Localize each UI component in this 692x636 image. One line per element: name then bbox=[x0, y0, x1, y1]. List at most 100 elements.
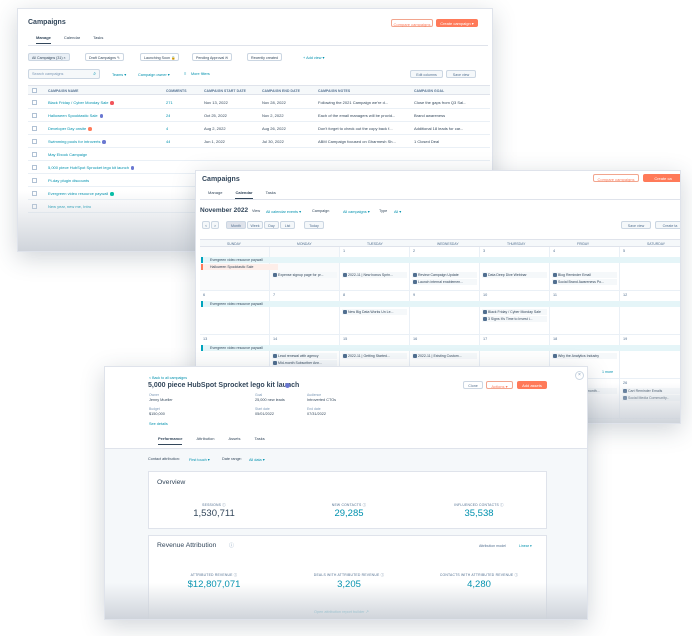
teams-filter[interactable]: Teams ▾ bbox=[112, 72, 126, 77]
row-checkbox[interactable] bbox=[32, 164, 37, 170]
add-view-button[interactable]: + Add view ▾ bbox=[303, 55, 324, 60]
table-row[interactable]: May Ebook Campaign bbox=[28, 148, 490, 161]
calendar-event[interactable]: Lead renewal with agency bbox=[272, 353, 337, 359]
campaign-select[interactable]: All campaigns ▾ bbox=[343, 209, 370, 214]
table-row[interactable]: Halloween Spooktastic Sale 24 Oct 25, 2022… bbox=[28, 109, 490, 122]
comments-count[interactable]: 4 bbox=[166, 126, 168, 131]
day-cell[interactable] bbox=[620, 335, 680, 379]
select-all-checkbox[interactable] bbox=[32, 88, 37, 93]
calendar-event[interactable]: Social Brand Awareness Po... bbox=[552, 279, 617, 285]
col-notes[interactable]: CAMPAIGN NOTES bbox=[318, 89, 350, 93]
view-pending-approval[interactable]: Pending Approval ✉ bbox=[192, 53, 233, 61]
mode-day[interactable]: Day bbox=[264, 221, 279, 229]
table-row[interactable]: Swimming pools for introverts 44 Jun 1, 20… bbox=[28, 135, 490, 148]
row-checkbox[interactable] bbox=[32, 112, 37, 118]
contact-attribution-select[interactable]: First touch ▾ bbox=[189, 457, 210, 462]
edit-columns-button[interactable]: Edit columns bbox=[410, 70, 443, 78]
day-cell[interactable] bbox=[410, 291, 480, 335]
day-cell[interactable] bbox=[620, 247, 680, 291]
compare-campaigns-button[interactable]: Compare campaigns bbox=[391, 19, 433, 27]
day-cell[interactable] bbox=[270, 247, 340, 291]
day-cell[interactable] bbox=[620, 291, 680, 335]
search-input[interactable]: Search campaigns ⌕ bbox=[28, 69, 100, 79]
influenced-contacts-value[interactable]: 35,538 bbox=[419, 508, 539, 519]
prev-month-button[interactable]: < bbox=[202, 221, 210, 229]
campaign-name-link[interactable]: Developer Day onsite bbox=[48, 126, 92, 131]
campaign-name-link[interactable]: Black Friday / Cyber Monday Sale bbox=[48, 100, 114, 105]
view-select[interactable]: All calendar events ▾ bbox=[266, 209, 301, 214]
calendar-event[interactable]: 2022-11 | Existing Custom... bbox=[412, 353, 477, 359]
cal-tab-manage[interactable]: Manage bbox=[208, 190, 222, 199]
view-launching-soon[interactable]: Launching Soon 🔒 bbox=[140, 53, 180, 61]
calendar-event[interactable]: Launch internal enablemen... bbox=[412, 279, 477, 285]
col-start-date[interactable]: CAMPAIGN START DATE bbox=[204, 89, 246, 93]
row-checkbox[interactable] bbox=[32, 99, 37, 105]
campaign-name-link[interactable]: 5,000 piece HubSpot Sprocket lego kit la… bbox=[48, 165, 135, 170]
col-comments[interactable]: COMMENTS bbox=[166, 89, 187, 93]
create-campaign-button[interactable]: Create campaign ▾ bbox=[436, 19, 478, 27]
new-contacts-value[interactable]: 29,285 bbox=[289, 508, 409, 519]
row-checkbox[interactable] bbox=[32, 125, 37, 131]
col-end-date[interactable]: CAMPAIGN END DATE bbox=[262, 89, 300, 93]
calendar-event[interactable]: Data Deep Dive Webinar bbox=[482, 272, 547, 278]
more-filters-button[interactable]: More filters bbox=[191, 72, 210, 76]
calendar-compare-button[interactable]: Compare campaigns bbox=[593, 174, 639, 182]
close-icon[interactable]: × bbox=[575, 371, 584, 380]
cal-save-view-button[interactable]: Save view bbox=[621, 221, 651, 229]
row-checkbox[interactable] bbox=[32, 151, 37, 157]
day-cell[interactable] bbox=[340, 247, 410, 291]
view-recently-created[interactable]: Recently created bbox=[247, 53, 282, 61]
attribution-model-select[interactable]: Linear ▾ bbox=[519, 544, 532, 548]
calendar-event[interactable]: 3 Signs It's Time to Invest i... bbox=[482, 316, 547, 322]
campaign-name-link[interactable]: Halloween Spooktastic Sale bbox=[48, 113, 104, 118]
back-link[interactable]: < Back to all campaigns bbox=[149, 376, 187, 380]
table-row[interactable]: Black Friday / Cyber Monday Sale 271 Nov 1… bbox=[28, 96, 490, 109]
calendar-create-button[interactable]: Create ca bbox=[643, 174, 680, 182]
calendar-event[interactable]: Review Campaign Update bbox=[412, 272, 477, 278]
add-assets-button[interactable]: Add assets bbox=[517, 381, 547, 389]
campaign-band[interactable]: Halloween Spooktastic Sale bbox=[201, 264, 278, 270]
calendar-event[interactable]: 2022-11 | Getting Started... bbox=[342, 353, 407, 359]
owner-filter[interactable]: Campaign owner ▾ bbox=[138, 72, 170, 77]
row-checkbox[interactable] bbox=[32, 177, 37, 183]
campaign-band[interactable]: Evergreen video resource paywall bbox=[201, 345, 680, 351]
calendar-event[interactable]: Expense signup page for pr... bbox=[272, 272, 337, 278]
clone-button[interactable]: Clone bbox=[463, 381, 483, 389]
next-month-button[interactable]: > bbox=[211, 221, 219, 229]
day-cell[interactable] bbox=[200, 291, 270, 335]
campaign-name-link[interactable]: Pi-day plugin discounts bbox=[48, 178, 89, 183]
more-events-link[interactable]: 1 more bbox=[602, 370, 613, 374]
actions-button[interactable]: Actions ▾ bbox=[486, 381, 513, 389]
campaign-name-link[interactable]: May Ebook Campaign bbox=[48, 152, 87, 157]
day-cell[interactable] bbox=[480, 247, 550, 291]
calendar-event[interactable]: Blog Reminder Email bbox=[552, 272, 617, 278]
tab-assets[interactable]: Assets bbox=[228, 436, 240, 445]
mode-week[interactable]: Week bbox=[247, 221, 263, 229]
cal-tab-calendar[interactable]: Calendar bbox=[235, 190, 253, 199]
tab-manage[interactable]: Manage bbox=[36, 35, 51, 44]
type-select[interactable]: All ▾ bbox=[394, 209, 401, 214]
col-goal[interactable]: CAMPAIGN GOAL bbox=[414, 89, 444, 93]
day-cell[interactable] bbox=[550, 291, 620, 335]
tab-attribution[interactable]: Attribution bbox=[196, 436, 214, 445]
mode-month[interactable]: Month bbox=[226, 221, 246, 229]
comments-count[interactable]: 271 bbox=[166, 100, 173, 105]
campaign-name-link[interactable]: Swimming pools for introverts bbox=[48, 139, 106, 144]
see-details-link[interactable]: See details bbox=[149, 422, 168, 426]
day-cell[interactable] bbox=[270, 291, 340, 335]
calendar-event[interactable]: New Big Data Works Un Le... bbox=[342, 309, 407, 315]
calendar-event[interactable]: Why the Analytics Industry bbox=[552, 353, 617, 359]
mode-list[interactable]: List bbox=[280, 221, 295, 229]
tab-tasks[interactable]: Tasks bbox=[255, 436, 265, 445]
row-checkbox[interactable] bbox=[32, 138, 37, 144]
table-row[interactable]: Developer Day onsite 4 Aug 2, 2022 Aug 26, … bbox=[28, 122, 490, 135]
save-view-button[interactable]: Save view bbox=[446, 70, 476, 78]
campaign-band[interactable]: Evergreen video resource paywall bbox=[201, 257, 680, 263]
comments-count[interactable]: 24 bbox=[166, 113, 170, 118]
create-task-button[interactable]: Create ta bbox=[655, 221, 680, 229]
view-draft-campaigns[interactable]: Draft Campaigns ✎ bbox=[85, 53, 124, 61]
tab-performance[interactable]: Performance bbox=[158, 436, 183, 445]
tab-tasks[interactable]: Tasks bbox=[93, 35, 103, 44]
cal-tab-tasks[interactable]: Tasks bbox=[266, 190, 276, 199]
calendar-event[interactable]: 2022-11 | New bonus Sprin... bbox=[342, 272, 407, 278]
